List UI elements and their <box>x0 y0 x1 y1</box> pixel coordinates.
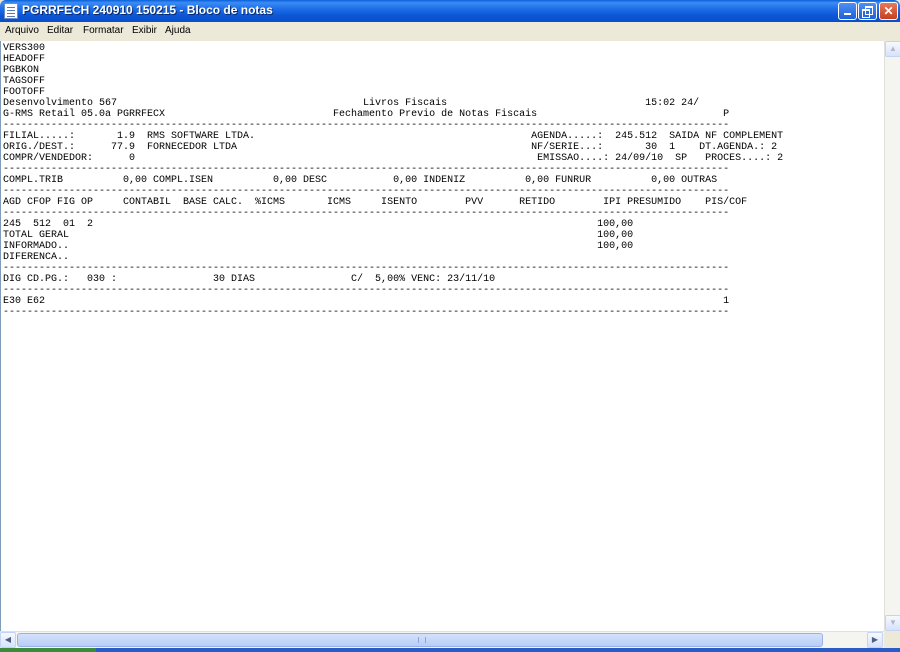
document-line: HEADOFF <box>3 54 46 65</box>
document-line: ----------------------------------------… <box>3 120 730 131</box>
scrollbar-corner <box>884 631 900 648</box>
scroll-left-button[interactable]: ◀ <box>0 632 16 648</box>
document-line: PGBKON <box>3 65 40 76</box>
document-line: DIG CD.PG.: 030 : 30 DIAS C/ 5,00% VENC:… <box>3 274 496 285</box>
minimize-button[interactable] <box>838 2 857 20</box>
document-line: TAGSOFF <box>3 76 46 87</box>
scroll-right-button[interactable]: ▶ <box>867 632 883 648</box>
document-line: ----------------------------------------… <box>3 285 730 296</box>
document-line: TOTAL GERAL 100,00 <box>3 230 634 241</box>
restore-button[interactable] <box>858 2 877 20</box>
menu-bar: Arquivo Editar Formatar Exibir Ajuda <box>0 22 900 42</box>
document-line: COMPR/VENDEDOR: 0 EMISSAO....: 24/09/10 … <box>3 153 784 164</box>
close-button[interactable]: ✕ <box>879 2 898 20</box>
scroll-up-button[interactable]: ▲ <box>885 41 900 57</box>
menu-exibir[interactable]: Exibir <box>132 25 157 36</box>
menu-formatar[interactable]: Formatar <box>83 25 124 36</box>
document-line: AGD CFOP FIG OP CONTABIL BASE CALC. %ICM… <box>3 197 748 208</box>
vertical-scrollbar[interactable]: ▲ ▼ <box>884 41 900 631</box>
document-line: VERS300 <box>3 43 46 54</box>
title-bar[interactable]: PGRRFECH 240910 150215 - Bloco de notas … <box>0 0 900 22</box>
document-line: ORIG./DEST.: 77.9 FORNECEDOR LTDA NF/SER… <box>3 142 778 153</box>
horizontal-scroll-thumb[interactable] <box>17 633 823 647</box>
menu-editar[interactable]: Editar <box>47 25 73 36</box>
document-line: COMPL.TRIB 0,00 COMPL.ISEN 0,00 DESC 0,0… <box>3 175 718 186</box>
notepad-icon[interactable] <box>4 3 18 19</box>
window-title: PGRRFECH 240910 150215 - Bloco de notas <box>22 3 273 17</box>
document-line: ----------------------------------------… <box>3 164 730 175</box>
menu-arquivo[interactable]: Arquivo <box>5 25 39 36</box>
document-line: ----------------------------------------… <box>3 263 730 274</box>
menu-ajuda[interactable]: Ajuda <box>165 25 191 36</box>
horizontal-scrollbar[interactable]: ◀ ▶ <box>0 631 884 648</box>
document-line: ----------------------------------------… <box>3 186 730 197</box>
document-line: Desenvolvimento 567 Livros Fiscais 15:02… <box>3 98 700 109</box>
scroll-down-button[interactable]: ▼ <box>885 615 900 631</box>
document-line: FOOTOFF <box>3 87 46 98</box>
document-line: E30 E62 1 <box>3 296 730 307</box>
document-line: DIFERENCA.. <box>3 252 70 263</box>
document-text[interactable]: VERS300 HEADOFF PGBKON TAGSOFF FOOTOFF D… <box>1 41 884 318</box>
document-line: G-RMS Retail 05.0a PGRRFECX Fechamento P… <box>3 109 730 120</box>
document-line: FILIAL.....: 1.9 RMS SOFTWARE LTDA. AGEN… <box>3 131 784 142</box>
document-line: ----------------------------------------… <box>3 208 730 219</box>
document-line: 245 512 01 2 100,00 <box>3 219 634 230</box>
document-line: ----------------------------------------… <box>3 307 730 318</box>
document-line: INFORMADO.. 100,00 <box>3 241 634 252</box>
text-editor[interactable]: VERS300 HEADOFF PGBKON TAGSOFF FOOTOFF D… <box>0 41 884 631</box>
taskbar-edge <box>0 648 900 652</box>
